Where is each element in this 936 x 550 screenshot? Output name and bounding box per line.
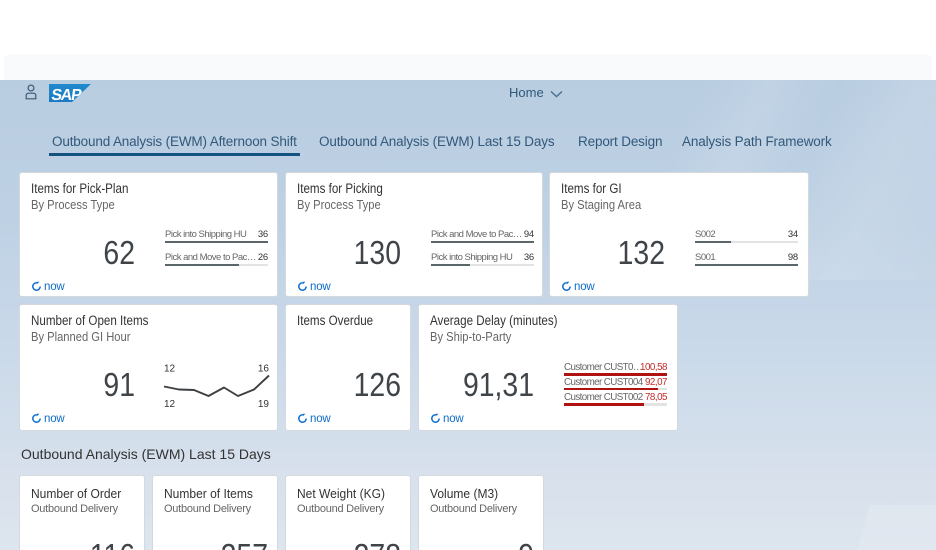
svg-text:SAP: SAP xyxy=(50,86,83,102)
svg-text:12: 12 xyxy=(164,399,176,410)
svg-text:19: 19 xyxy=(258,399,270,410)
svg-text:16: 16 xyxy=(258,364,270,375)
svg-text:12: 12 xyxy=(164,364,176,375)
